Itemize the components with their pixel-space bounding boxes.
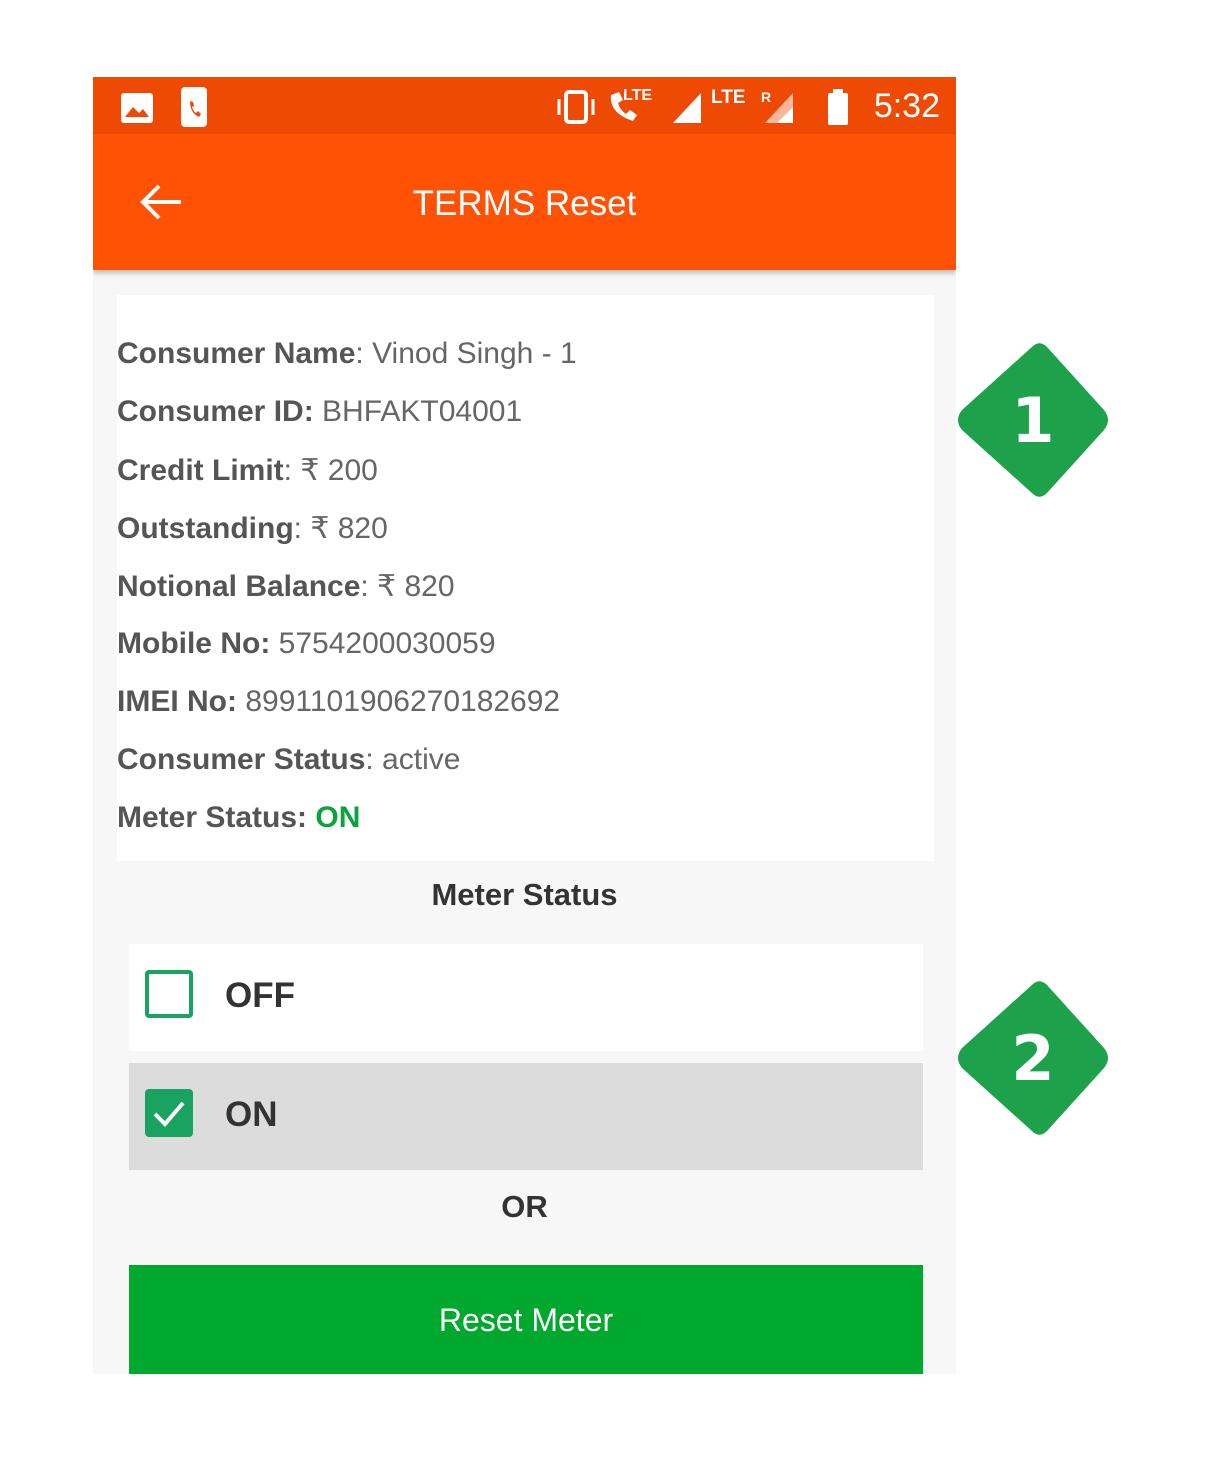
meter-off-option[interactable]: OFF bbox=[129, 944, 923, 1051]
or-separator: OR bbox=[501, 1189, 548, 1224]
outstanding-label: Outstanding bbox=[117, 512, 294, 545]
notional-balance-row: Notional Balance: ₹ 820 bbox=[117, 569, 455, 604]
consumer-status-value: : active bbox=[365, 743, 461, 776]
imei-no-label: IMEI No: bbox=[117, 685, 237, 718]
status-bar: LTE LTE R 5:32 bbox=[93, 77, 956, 134]
notional-balance-value: : ₹ 820 bbox=[360, 570, 455, 603]
consumer-name-label: Consumer Name bbox=[117, 337, 356, 370]
callout-number-2: 2 bbox=[1011, 1022, 1055, 1095]
lte-label: LTE bbox=[711, 87, 746, 108]
gallery-notification-icon bbox=[121, 93, 153, 123]
credit-limit-value: : ₹ 200 bbox=[283, 454, 378, 487]
app-bar: TERMS Reset bbox=[93, 134, 956, 270]
notional-balance-label: Notional Balance bbox=[117, 570, 361, 603]
consumer-name-value: : Vinod Singh - 1 bbox=[355, 337, 577, 370]
mobile-no-row: Mobile No: 5754200030059 bbox=[117, 627, 496, 661]
meter-status-value: ON bbox=[307, 801, 361, 834]
on-checkbox[interactable] bbox=[145, 1089, 193, 1137]
consumer-status-row: Consumer Status: active bbox=[117, 743, 460, 777]
credit-limit-label: Credit Limit bbox=[117, 454, 284, 487]
consumer-id-value: BHFAKT04001 bbox=[313, 395, 523, 428]
consumer-id-row: Consumer ID: BHFAKT04001 bbox=[117, 395, 522, 429]
callout-badge-2: 2 bbox=[954, 976, 1112, 1140]
mobile-no-value: 5754200030059 bbox=[270, 627, 496, 660]
on-label: ON bbox=[225, 1095, 278, 1134]
callout-number-1: 1 bbox=[1011, 384, 1055, 457]
signal-roaming-icon bbox=[765, 93, 793, 123]
callout-badge-1: 1 bbox=[954, 338, 1112, 502]
consumer-id-label: Consumer ID: bbox=[117, 395, 314, 428]
off-checkbox[interactable] bbox=[145, 970, 193, 1018]
volte-label: LTE bbox=[623, 87, 653, 104]
phone-screen: LTE LTE R 5:32 TERMS Reset Consumer Name… bbox=[93, 77, 956, 1374]
imei-no-row: IMEI No: 8991101906270182692 bbox=[117, 685, 560, 719]
off-label: OFF bbox=[225, 976, 295, 1015]
credit-limit-row: Credit Limit: ₹ 200 bbox=[117, 453, 378, 488]
imei-no-value: 8991101906270182692 bbox=[237, 685, 561, 718]
meter-status-title: Meter Status bbox=[431, 877, 618, 912]
clock: 5:32 bbox=[873, 87, 940, 125]
outstanding-value: : ₹ 820 bbox=[293, 512, 388, 545]
meter-status-label: Meter Status: bbox=[117, 801, 308, 834]
signal-icon bbox=[673, 93, 701, 123]
consumer-details-card: Consumer Name: Vinod Singh - 1 Consumer … bbox=[117, 295, 934, 861]
consumer-status-label: Consumer Status bbox=[117, 743, 366, 776]
mobile-no-label: Mobile No: bbox=[117, 627, 271, 660]
meter-on-option[interactable]: ON bbox=[129, 1063, 923, 1170]
vibrate-icon bbox=[557, 90, 595, 124]
reset-meter-button[interactable]: Reset Meter bbox=[129, 1265, 923, 1374]
checkmark-icon bbox=[153, 1101, 185, 1127]
consumer-name-row: Consumer Name: Vinod Singh - 1 bbox=[117, 337, 577, 371]
phone-notification-icon bbox=[181, 87, 207, 127]
meter-status-row: Meter Status: ON bbox=[117, 801, 360, 835]
battery-icon bbox=[828, 89, 848, 125]
outstanding-row: Outstanding: ₹ 820 bbox=[117, 511, 388, 546]
page-title: TERMS Reset bbox=[412, 184, 637, 223]
